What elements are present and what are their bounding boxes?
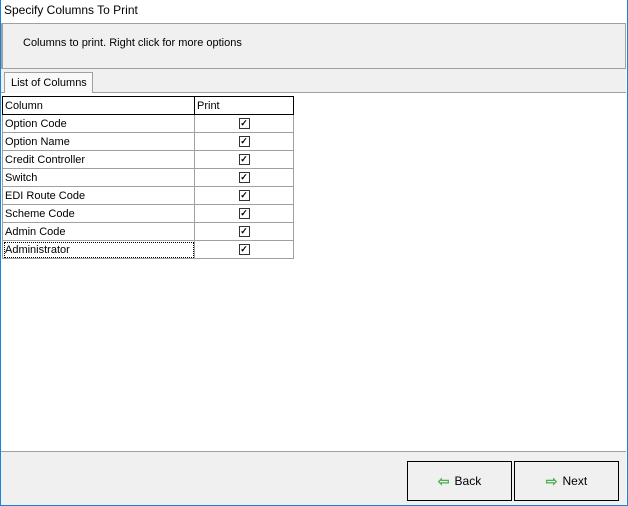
column-header-column[interactable]: Column <box>2 96 195 115</box>
print-checkbox[interactable]: ✓ <box>238 208 250 220</box>
column-name-cell[interactable]: Administrator <box>2 240 195 259</box>
print-checkbox[interactable]: ✓ <box>238 226 250 238</box>
column-name-cell[interactable]: EDI Route Code <box>2 186 195 205</box>
tab-list-of-columns[interactable]: List of Columns <box>4 72 93 93</box>
column-name-cell[interactable]: Switch <box>2 168 195 187</box>
print-checkbox[interactable]: ✓ <box>238 136 250 148</box>
table-row[interactable]: Switch ✓ <box>2 168 294 187</box>
arrow-left-icon: ⇦ <box>437 472 450 489</box>
column-name-cell[interactable]: Option Code <box>2 114 195 133</box>
window-title: Specify Columns To Print <box>4 3 138 17</box>
print-checkbox[interactable]: ✓ <box>238 154 250 166</box>
print-cell: ✓ <box>194 132 294 151</box>
next-button[interactable]: ⇨ Next <box>514 461 619 501</box>
print-checkbox[interactable]: ✓ <box>238 172 250 184</box>
instructions-text: Columns to print. Right click for more o… <box>23 37 242 49</box>
back-label: Back <box>454 474 482 488</box>
print-cell: ✓ <box>194 168 294 187</box>
table-row[interactable]: Credit Controller ✓ <box>2 150 294 169</box>
column-name-cell[interactable]: Admin Code <box>2 222 195 241</box>
arrow-right-icon: ⇨ <box>545 472 558 489</box>
tab-strip: List of Columns <box>1 69 626 93</box>
print-cell: ✓ <box>194 222 294 241</box>
column-name-cell[interactable]: Option Name <box>2 132 195 151</box>
print-cell: ✓ <box>194 186 294 205</box>
print-cell: ✓ <box>194 150 294 169</box>
table-row[interactable]: EDI Route Code ✓ <box>2 186 294 205</box>
instructions-panel: Columns to print. Right click for more o… <box>1 23 626 69</box>
back-button[interactable]: ⇦ Back <box>407 461 512 501</box>
next-label: Next <box>562 474 588 488</box>
print-checkbox[interactable]: ✓ <box>238 244 250 256</box>
table-row[interactable]: Option Code ✓ <box>2 114 294 133</box>
column-name-cell[interactable]: Scheme Code <box>2 204 195 223</box>
print-checkbox[interactable]: ✓ <box>238 118 250 130</box>
table-row[interactable]: Admin Code ✓ <box>2 222 294 241</box>
column-header-print[interactable]: Print <box>194 96 294 115</box>
table-row[interactable]: Scheme Code ✓ <box>2 204 294 223</box>
print-cell: ✓ <box>194 114 294 133</box>
print-checkbox[interactable]: ✓ <box>238 190 250 202</box>
print-cell: ✓ <box>194 240 294 259</box>
column-name-cell[interactable]: Credit Controller <box>2 150 195 169</box>
footer-bar: ⇦ Back ⇨ Next <box>1 451 626 505</box>
table-row[interactable]: Administrator ✓ <box>2 240 294 259</box>
print-cell: ✓ <box>194 204 294 223</box>
columns-grid: Column Print Option Code ✓ Option Name ✓ Cre… <box>2 96 294 259</box>
table-row[interactable]: Option Name ✓ <box>2 132 294 151</box>
